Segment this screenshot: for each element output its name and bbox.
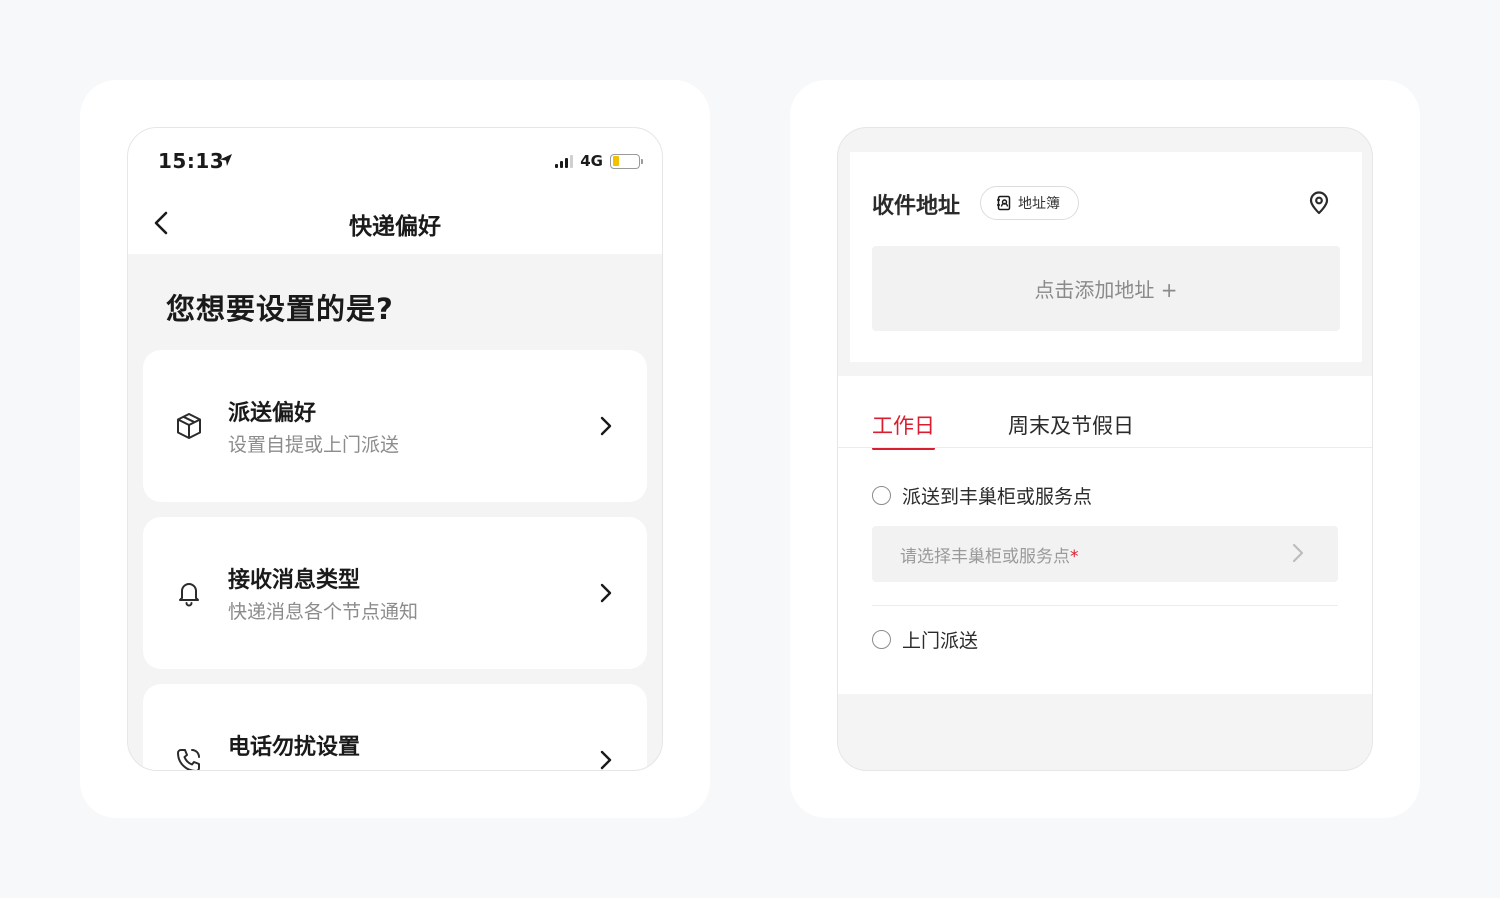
add-address-button[interactable]: 点击添加地址 + bbox=[872, 246, 1340, 331]
location-arrow-icon bbox=[220, 154, 232, 166]
right-card: 收件地址 地址簿 点击添加地址 + 工作日 周末及节假日 派送到丰巢柜或服务点 … bbox=[790, 80, 1420, 818]
radio-button[interactable] bbox=[872, 630, 891, 649]
tab-weekend-holiday[interactable]: 周末及节假日 bbox=[1008, 410, 1134, 440]
phone-screen-delivery: 收件地址 地址簿 点击添加地址 + 工作日 周末及节假日 派送到丰巢柜或服务点 … bbox=[837, 127, 1373, 771]
locker-select[interactable]: 请选择丰巢柜或服务点* bbox=[872, 526, 1338, 582]
status-bar: 15:13 4G bbox=[128, 128, 662, 192]
address-book-icon bbox=[997, 195, 1011, 211]
chevron-right-icon bbox=[600, 583, 612, 603]
chevron-right-icon bbox=[1292, 543, 1304, 563]
phone-screen-preferences: 15:13 4G 快递偏好 您想要设置的是? 派送偏好 设置自提或上门派送 接收… bbox=[127, 127, 663, 771]
status-time: 15:13 bbox=[158, 149, 225, 173]
battery-icon bbox=[610, 153, 643, 169]
page-title: 快递偏好 bbox=[349, 214, 441, 240]
location-pin-icon[interactable] bbox=[1306, 190, 1332, 216]
radio-button[interactable] bbox=[872, 486, 891, 505]
door-delivery-option[interactable]: 上门派送 bbox=[872, 626, 978, 653]
question-heading: 您想要设置的是? bbox=[166, 292, 394, 326]
address-label: 收件地址 bbox=[872, 194, 961, 219]
locker-option-label: 派送到丰巢柜或服务点 bbox=[902, 486, 1093, 508]
address-book-button[interactable]: 地址簿 bbox=[980, 186, 1079, 220]
bell-icon bbox=[179, 583, 199, 607]
locker-option[interactable]: 派送到丰巢柜或服务点 bbox=[872, 482, 1092, 509]
tab-workday[interactable]: 工作日 bbox=[872, 410, 935, 450]
network-type: 4G bbox=[580, 152, 603, 170]
required-mark: * bbox=[1070, 547, 1079, 567]
delivery-options-section: 工作日 周末及节假日 派送到丰巢柜或服务点 请选择丰巢柜或服务点* 上门派送 bbox=[838, 376, 1372, 694]
signal-icon bbox=[555, 154, 574, 168]
package-icon bbox=[177, 413, 201, 439]
address-section: 收件地址 地址簿 点击添加地址 + bbox=[850, 152, 1362, 362]
locker-select-placeholder: 请选择丰巢柜或服务点* bbox=[900, 547, 1079, 567]
delivery-preference-item[interactable]: 派送偏好 设置自提或上门派送 bbox=[143, 350, 647, 502]
message-type-item[interactable]: 接收消息类型 快递消息各个节点通知 bbox=[143, 517, 647, 669]
phone-icon bbox=[177, 749, 200, 770]
do-not-disturb-item[interactable]: 电话勿扰设置 bbox=[143, 684, 647, 770]
left-card: 15:13 4G 快递偏好 您想要设置的是? 派送偏好 设置自提或上门派送 接收… bbox=[80, 80, 710, 818]
item-title: 电话勿扰设置 bbox=[228, 735, 361, 760]
address-book-label: 地址簿 bbox=[1018, 196, 1060, 212]
chevron-right-icon bbox=[600, 416, 612, 436]
item-title: 接收消息类型 bbox=[228, 568, 361, 593]
option-divider bbox=[872, 605, 1338, 606]
item-subtitle: 快递消息各个节点通知 bbox=[228, 601, 419, 623]
tab-divider bbox=[838, 447, 1372, 448]
item-subtitle: 设置自提或上门派送 bbox=[228, 434, 400, 456]
nav-bar: 快递偏好 bbox=[128, 192, 662, 254]
chevron-right-icon bbox=[600, 750, 612, 770]
door-option-label: 上门派送 bbox=[902, 630, 979, 652]
item-title: 派送偏好 bbox=[228, 401, 317, 426]
